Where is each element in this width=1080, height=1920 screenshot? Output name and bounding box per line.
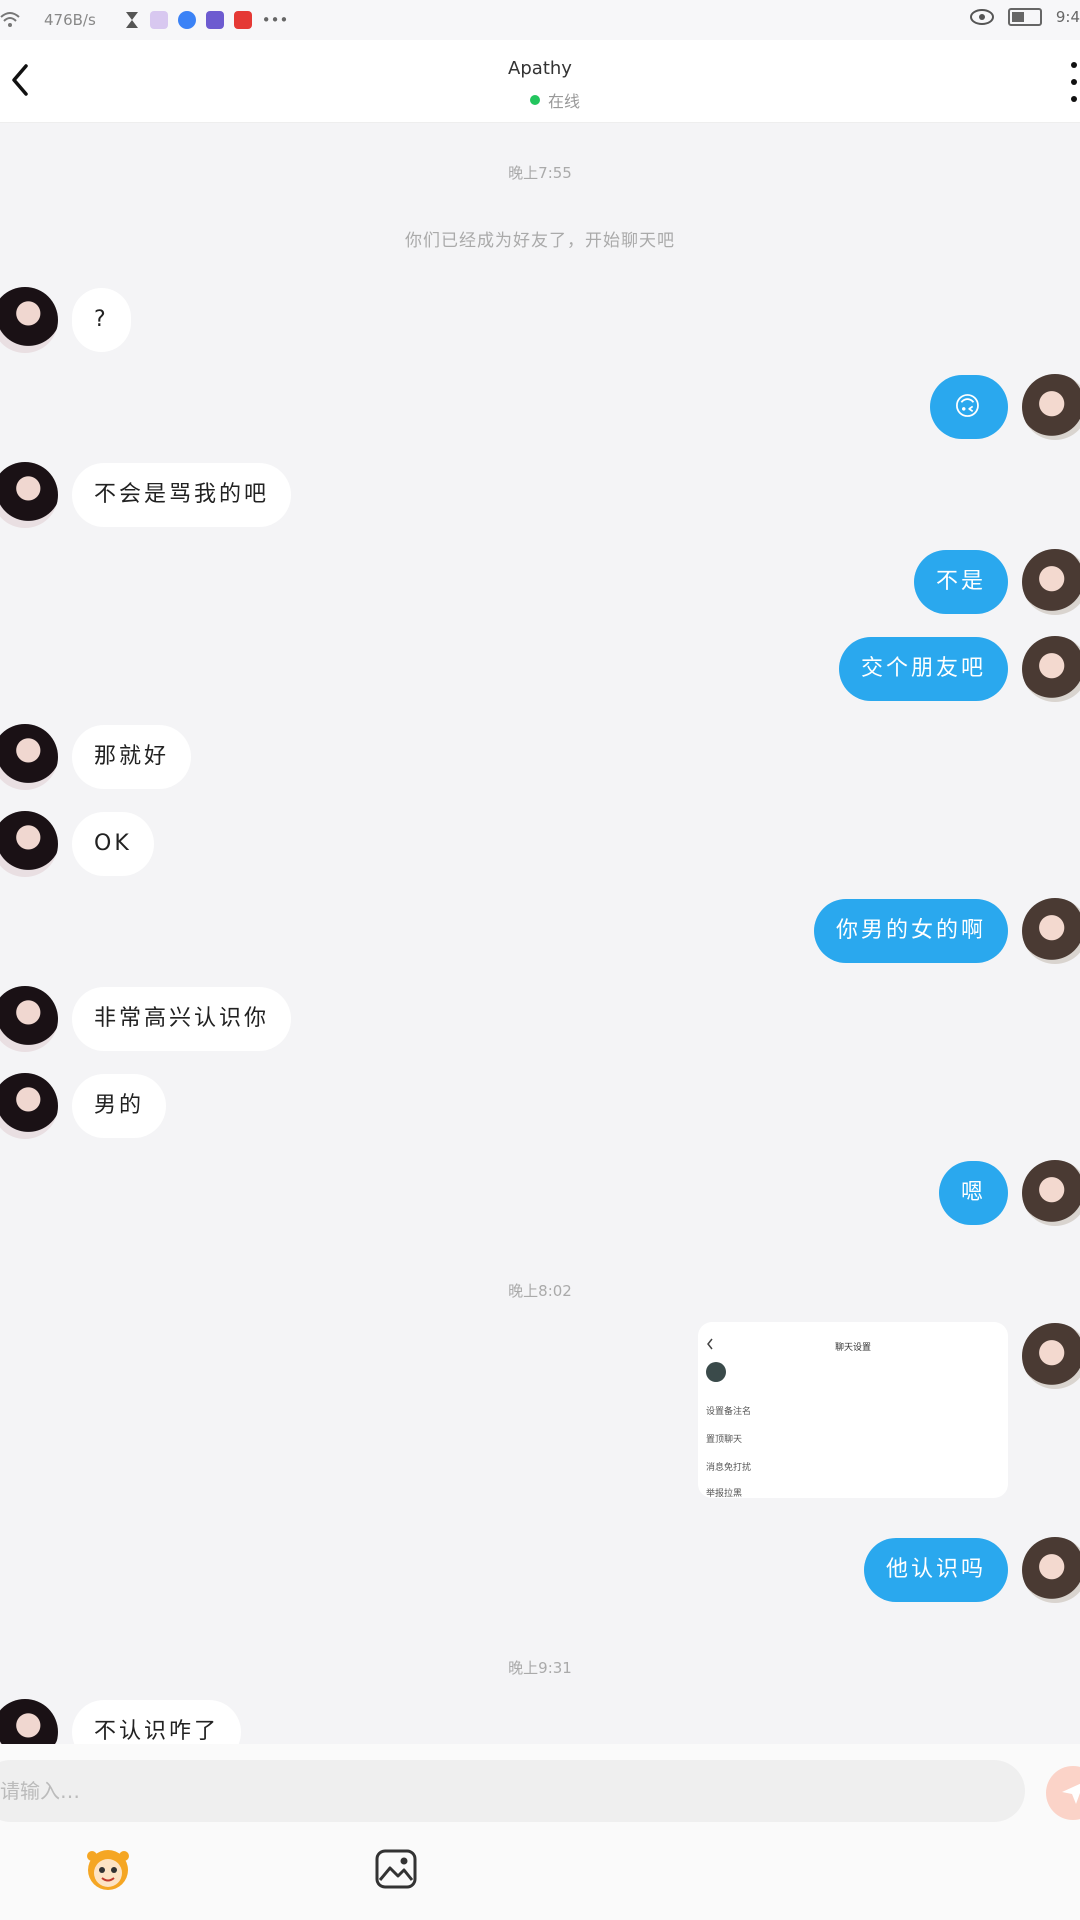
message-bubble-outgoing[interactable]: 🙃 [929, 375, 1008, 439]
eye-icon [969, 9, 994, 25]
message-bubble-incoming[interactable]: 不认识咋了 [72, 1700, 242, 1744]
timestamp: 晚上7:55 [508, 164, 572, 182]
chat-header: Apathy 在线 [0, 40, 1080, 123]
timestamp: 晚上9:31 [508, 1659, 572, 1677]
message-bubble-outgoing[interactable]: 交个朋友吧 [838, 637, 1008, 701]
message-bubble-incoming[interactable]: 男的 [72, 1074, 167, 1138]
online-dot-icon [530, 95, 540, 105]
emoji-button[interactable] [84, 1844, 132, 1892]
image-message[interactable]: 聊天设置 设置备注名 置顶聊天 消息免打扰 举报拉黑 [698, 1322, 1008, 1498]
online-status-text: 在线 [548, 92, 581, 111]
message-bubble-incoming[interactable]: 那就好 [72, 725, 192, 789]
screenshot-row: 置顶聊天 [706, 1435, 743, 1445]
my-avatar[interactable] [1022, 549, 1080, 615]
screenshot-row: 设置备注名 [706, 1407, 752, 1417]
contact-avatar[interactable] [0, 287, 58, 353]
composer: 请输入… [0, 1744, 1080, 1920]
my-avatar[interactable] [1022, 1160, 1080, 1226]
contact-name: Apathy [508, 58, 572, 79]
hourglass-icon [125, 12, 138, 28]
message-bubble-outgoing[interactable]: 嗯 [938, 1161, 1008, 1225]
contact-avatar[interactable] [0, 462, 58, 528]
message-bubble-incoming[interactable]: ? [72, 288, 131, 352]
wifi-icon [0, 12, 20, 27]
app-notification-icon [233, 11, 252, 29]
message-bubble-outgoing[interactable]: 他认识吗 [863, 1538, 1008, 1602]
clock: 9:4 [1055, 8, 1080, 26]
send-icon [1062, 1783, 1080, 1804]
network-speed: 476B/s [44, 11, 96, 29]
message-bubble-incoming[interactable]: 非常高兴认识你 [72, 987, 292, 1051]
image-button[interactable] [374, 1848, 418, 1890]
app-notification-icon [177, 11, 196, 29]
message-bubble-incoming[interactable]: OK [72, 812, 154, 876]
send-button[interactable] [1046, 1766, 1080, 1820]
my-avatar[interactable] [1022, 898, 1080, 964]
more-notifications-icon: ••• [261, 11, 289, 29]
message-bubble-outgoing[interactable]: 你男的女的啊 [813, 899, 1008, 963]
timestamp: 晚上8:02 [508, 1282, 572, 1300]
online-status: 在线 [530, 88, 580, 112]
message-list[interactable]: 晚上7:55 你们已经成为好友了，开始聊天吧 ? 🙃 不会是骂我的吧 不是 交个… [0, 122, 1080, 1744]
app-notification-icon [149, 11, 168, 29]
my-avatar[interactable] [1022, 374, 1080, 440]
my-avatar[interactable] [1022, 636, 1080, 702]
message-bubble-incoming[interactable]: 不会是骂我的吧 [72, 463, 292, 527]
battery-icon [1007, 8, 1042, 26]
image-icon [375, 1849, 417, 1889]
screenshot-title: 聊天设置 [834, 1343, 871, 1353]
contact-avatar[interactable] [0, 986, 58, 1052]
avatar [706, 1362, 726, 1382]
app-notification-icon [205, 11, 224, 29]
message-input[interactable]: 请输入… [0, 1760, 1025, 1822]
more-button[interactable] [1068, 62, 1080, 102]
more-icon [1071, 62, 1077, 68]
contact-avatar[interactable] [0, 811, 58, 877]
emoji-icon [87, 1850, 129, 1890]
status-bar: 476B/s ••• 9:4 [0, 0, 1080, 40]
system-notice: 你们已经成为好友了，开始聊天吧 [405, 231, 675, 251]
my-avatar[interactable] [1022, 1537, 1080, 1603]
contact-avatar[interactable] [0, 724, 58, 790]
screenshot-row: 举报拉黑 [706, 1489, 743, 1498]
message-bubble-outgoing[interactable]: 不是 [913, 550, 1008, 614]
my-avatar[interactable] [1022, 1323, 1080, 1389]
contact-avatar[interactable] [0, 1073, 58, 1139]
contact-avatar[interactable] [0, 1699, 58, 1744]
screenshot-row: 消息免打扰 [706, 1463, 752, 1473]
